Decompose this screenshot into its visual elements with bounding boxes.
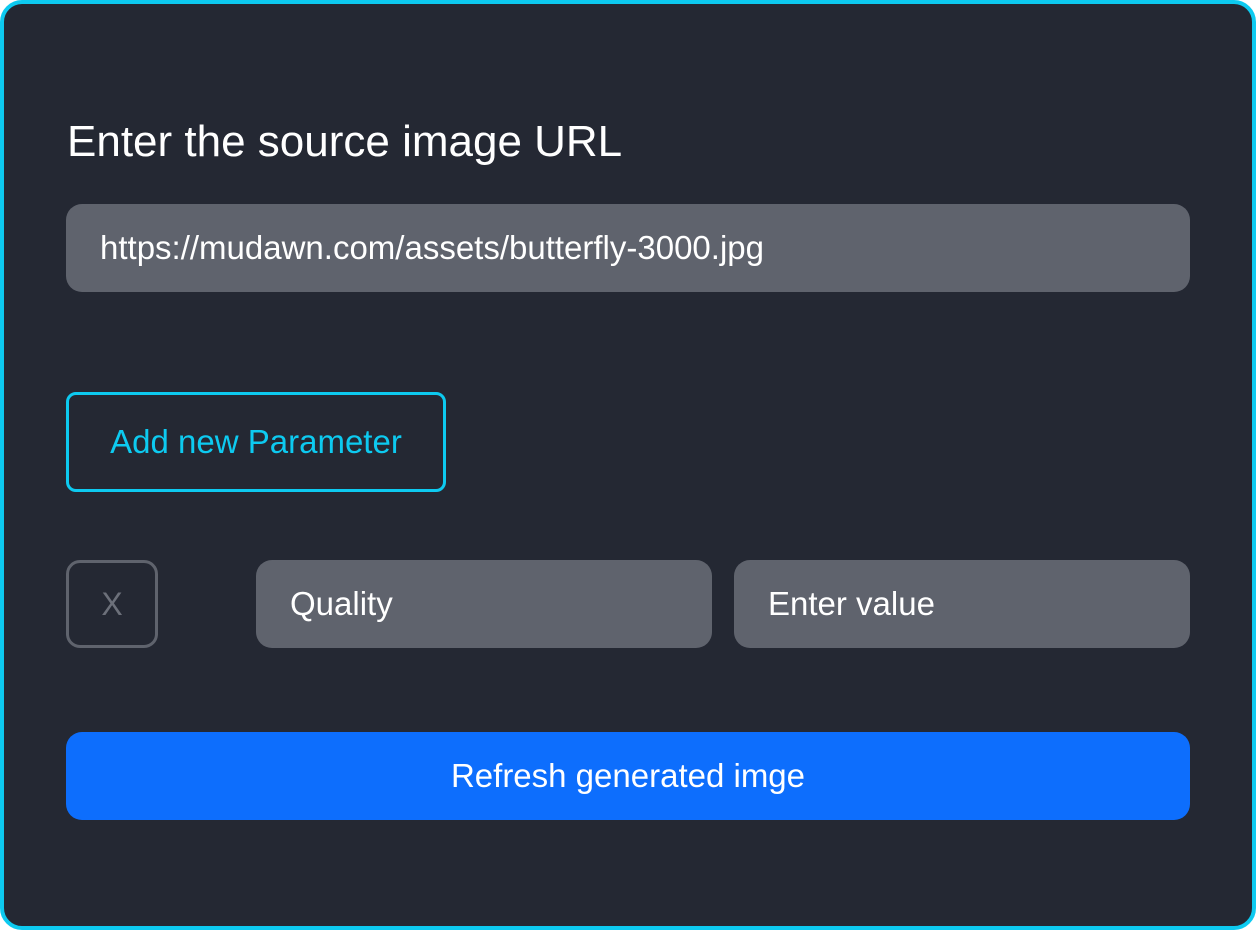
page-title: Enter the source image URL — [67, 117, 623, 166]
add-parameter-button[interactable]: Add new Parameter — [66, 392, 446, 492]
parameter-value-input[interactable] — [734, 560, 1190, 648]
image-source-panel: Enter the source image URL Add new Param… — [0, 0, 1256, 930]
remove-parameter-button[interactable]: X — [66, 560, 158, 648]
parameter-name-input[interactable] — [256, 560, 712, 648]
refresh-image-button[interactable]: Refresh generated imge — [66, 732, 1190, 820]
source-url-input[interactable] — [66, 204, 1190, 292]
